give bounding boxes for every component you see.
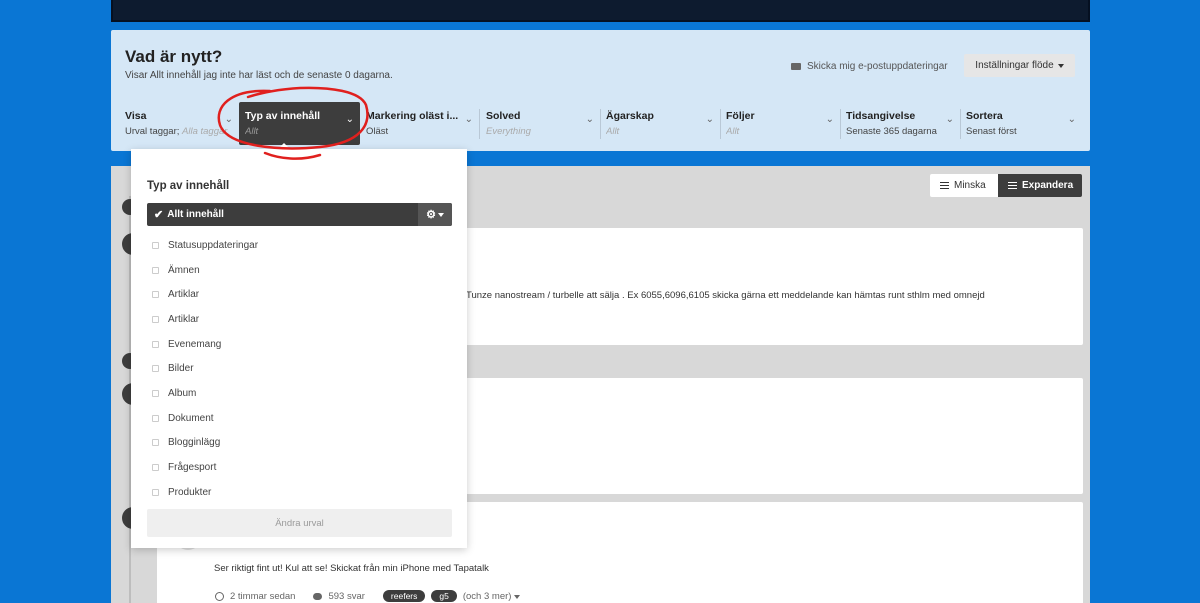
email-updates-link[interactable]: Skicka mig e-postuppdateringar: [791, 61, 948, 72]
content-type-option[interactable]: Frågesport: [152, 455, 258, 480]
filter-label: Markering oläst i...: [366, 110, 459, 122]
checkbox[interactable]: [152, 488, 159, 496]
view-toggle: Minska Expandera: [930, 174, 1082, 197]
chevron-down-icon: ⌄: [1067, 114, 1076, 125]
all-content-option[interactable]: ✔ Allt innehåll ⚙: [147, 203, 452, 226]
content-type-option[interactable]: Artiklar: [152, 282, 258, 307]
checkbox[interactable]: [152, 340, 159, 348]
filter-label: Solved: [486, 110, 521, 122]
filter-label: Typ av innehåll: [245, 110, 321, 122]
collapse-label: Minska: [954, 180, 986, 191]
page-header: Vad är nytt? Visar Allt innehåll jag int…: [111, 30, 1090, 151]
chevron-down-icon: ⌄: [825, 114, 834, 125]
filter-value: Senast först: [966, 126, 1017, 137]
email-updates-label: Skicka mig e-postuppdateringar: [807, 61, 948, 72]
filter-label: Ägarskap: [606, 110, 654, 122]
filter-solved[interactable]: Solved Everything ⌄: [480, 102, 600, 145]
post-time: 2 timmar sedan: [230, 590, 296, 602]
content-type-option[interactable]: Blogginlägg: [152, 431, 258, 456]
checkbox[interactable]: [152, 389, 159, 397]
filter-value: Allt: [245, 126, 259, 137]
checkmark-icon: ✔: [154, 209, 164, 221]
reply-count: 593 svar: [328, 590, 365, 602]
stream-item-excerpt: Tunze nanostream / turbelle att sälja . …: [466, 290, 985, 301]
filter-time[interactable]: Tidsangivelse Senaste 365 dagarna ⌄: [840, 102, 960, 145]
stream-settings-label: Inställningar flöde: [975, 60, 1054, 71]
chevron-down-icon: ⌄: [345, 114, 354, 125]
apply-selection-button[interactable]: Ändra urval: [147, 509, 452, 537]
filter-value: Urval taggar; Alla taggar: [125, 126, 228, 137]
filter-label: Följer: [726, 110, 755, 122]
filter-value: Everything: [486, 126, 531, 137]
content-type-dropdown: Typ av innehåll ✔ Allt innehåll ⚙ Status…: [131, 143, 467, 548]
checkbox[interactable]: [152, 439, 159, 447]
checkbox[interactable]: [152, 464, 159, 472]
filter-value: Allt: [726, 126, 740, 137]
comment-icon: [313, 592, 323, 600]
checkbox[interactable]: [152, 266, 159, 274]
chevron-down-icon: ⌄: [945, 114, 954, 125]
page-subtitle: Visar Allt innehåll jag inte har läst oc…: [125, 70, 393, 81]
expand-button[interactable]: Expandera: [998, 174, 1082, 197]
content-type-option[interactable]: Statusuppdateringar: [152, 233, 258, 258]
page-title: Vad är nytt?: [125, 47, 223, 66]
filter-bar: Visa Urval taggar; Alla taggar ⌄ Typ av …: [111, 102, 1090, 146]
filter-sort[interactable]: Sortera Senast först ⌄: [960, 102, 1082, 145]
filter-ownership[interactable]: Ägarskap Allt ⌄: [600, 102, 720, 145]
filter-label: Tidsangivelse: [846, 110, 916, 122]
filter-unread[interactable]: Markering oläst i... Oläst ⌄: [360, 102, 479, 145]
filter-value: Allt: [606, 126, 620, 137]
stream-item-excerpt: Ser riktigt fint ut! Kul att se! Skickat…: [214, 563, 489, 574]
caret-down-icon: [437, 212, 444, 217]
more-tags-link[interactable]: (och 3 mer): [463, 591, 521, 602]
content-type-option[interactable]: Evenemang: [152, 332, 258, 357]
content-type-option[interactable]: Artiklar: [152, 307, 258, 332]
filter-value: Senaste 365 dagarna: [846, 126, 937, 137]
filter-visa[interactable]: Visa Urval taggar; Alla taggar ⌄: [119, 102, 239, 145]
content-type-option[interactable]: Dokument: [152, 406, 258, 431]
list-icon: [940, 181, 949, 190]
chevron-down-icon: ⌄: [464, 114, 473, 125]
content-type-option[interactable]: Produkter: [152, 480, 258, 505]
option-label: Allt innehåll: [167, 209, 224, 220]
content-type-option[interactable]: Album: [152, 381, 258, 406]
stream-settings-button[interactable]: Inställningar flöde: [964, 54, 1075, 77]
caret-down-icon: [1057, 63, 1064, 68]
filter-content-type[interactable]: Typ av innehåll Allt ⌄: [239, 102, 360, 145]
filter-label: Sortera: [966, 110, 1003, 122]
chevron-down-icon: ⌄: [585, 114, 594, 125]
chevron-down-icon: ⌄: [224, 114, 233, 125]
content-type-option[interactable]: Ämnen: [152, 258, 258, 283]
gear-icon: ⚙: [426, 209, 436, 221]
expand-label: Expandera: [1022, 180, 1074, 191]
menu-icon: [1008, 181, 1017, 190]
stream-item-meta: 2 timmar sedan 593 svar reefers g5 (och …: [215, 590, 521, 602]
content-type-option[interactable]: Bilder: [152, 356, 258, 381]
dropdown-title: Typ av innehåll: [147, 180, 230, 192]
collapse-button[interactable]: Minska: [930, 174, 998, 197]
checkbox[interactable]: [152, 241, 159, 249]
checkbox[interactable]: [152, 414, 159, 422]
content-type-list: Statusuppdateringar Ämnen Artiklar Artik…: [152, 233, 258, 505]
top-banner: [111, 0, 1090, 22]
filter-value: Oläst: [366, 126, 389, 137]
chevron-down-icon: ⌄: [705, 114, 714, 125]
dropdown-pointer: [278, 143, 290, 149]
filter-label: Visa: [125, 110, 147, 122]
gear-menu-button[interactable]: ⚙: [418, 203, 452, 226]
tag-badge[interactable]: g5: [431, 590, 457, 602]
clock-icon: [215, 591, 224, 601]
envelope-icon: [791, 63, 801, 70]
checkbox[interactable]: [152, 315, 159, 323]
checkbox[interactable]: [152, 291, 159, 299]
filter-following[interactable]: Följer Allt ⌄: [720, 102, 840, 145]
tag-badge[interactable]: reefers: [382, 590, 426, 602]
checkbox[interactable]: [152, 365, 159, 373]
